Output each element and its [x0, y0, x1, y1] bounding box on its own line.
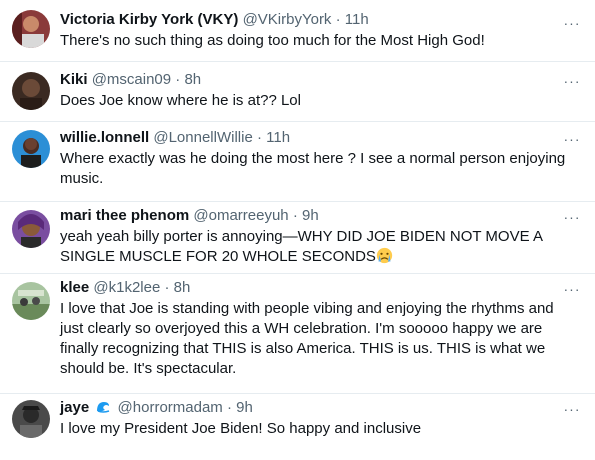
separator: ·: [226, 399, 232, 416]
display-name[interactable]: Kiki: [60, 71, 88, 88]
more-options-icon[interactable]: ···: [563, 132, 581, 146]
separator: ·: [175, 71, 181, 88]
tweet-header: klee @k1k2lee · 8h: [60, 278, 567, 298]
crying-face-icon: [376, 247, 393, 264]
avatar[interactable]: [12, 210, 50, 248]
tweet[interactable]: klee @k1k2lee · 8h I love that Joe is st…: [0, 274, 595, 394]
separator: ·: [292, 207, 298, 224]
tweet[interactable]: Kiki @mscain09 · 8h Does Joe know where …: [0, 62, 595, 122]
more-options-icon[interactable]: ···: [563, 74, 581, 88]
wave-icon: [95, 399, 111, 415]
tweet[interactable]: mari thee phenom @omarreeyuh · 9h yeah y…: [0, 202, 595, 274]
display-name[interactable]: mari thee phenom: [60, 207, 189, 224]
more-options-icon[interactable]: ···: [563, 402, 581, 416]
tweet-text: Where exactly was he doing the most here…: [60, 150, 566, 187]
user-handle[interactable]: @omarreeyuh: [193, 207, 288, 224]
timestamp[interactable]: 11h: [266, 129, 290, 146]
tweet-text: I love my President Joe Biden! So happy …: [60, 420, 422, 437]
user-handle[interactable]: @VKirbyYork: [243, 11, 332, 28]
user-handle[interactable]: @LonnellWillie: [153, 129, 252, 146]
tweet-header: willie.lonnell @LonnellWillie · 11h: [60, 128, 567, 148]
display-name[interactable]: klee: [60, 279, 89, 296]
avatar[interactable]: [12, 72, 50, 110]
separator: ·: [164, 279, 170, 296]
tweet-header: Kiki @mscain09 · 8h: [60, 70, 567, 90]
user-handle[interactable]: @mscain09: [92, 71, 171, 88]
timestamp[interactable]: 9h: [236, 399, 253, 416]
timestamp[interactable]: 11h: [345, 11, 369, 28]
user-handle[interactable]: @k1k2lee: [93, 279, 160, 296]
timestamp[interactable]: 8h: [184, 71, 201, 88]
tweet-text: Does Joe know where he is at?? Lol: [60, 92, 301, 109]
avatar[interactable]: [12, 130, 50, 168]
reply-feed: Victoria Kirby York (VKY) @VKirbyYork · …: [0, 0, 595, 460]
more-options-icon[interactable]: ···: [563, 282, 581, 296]
tweet-text-content: yeah yeah billy porter is annoying—WHY D…: [60, 228, 543, 265]
tweet-header: mari thee phenom @omarreeyuh · 9h: [60, 206, 567, 226]
timestamp[interactable]: 9h: [302, 207, 319, 224]
avatar[interactable]: [12, 282, 50, 320]
separator: ·: [335, 11, 341, 28]
tweet-text: yeah yeah billy porter is annoying—WHY D…: [60, 227, 567, 267]
avatar[interactable]: [12, 400, 50, 438]
tweet-text: I love that Joe is standing with people …: [60, 300, 554, 377]
tweet-text: There's no such thing as doing too much …: [60, 32, 485, 49]
separator: ·: [256, 129, 262, 146]
display-name[interactable]: willie.lonnell: [60, 129, 149, 146]
tweet[interactable]: willie.lonnell @LonnellWillie · 11h Wher…: [0, 122, 595, 202]
tweet-header: Victoria Kirby York (VKY) @VKirbyYork · …: [60, 10, 567, 30]
more-options-icon[interactable]: ···: [563, 16, 581, 30]
display-name[interactable]: jaye: [60, 399, 89, 416]
timestamp[interactable]: 8h: [174, 279, 191, 296]
avatar[interactable]: [12, 10, 50, 48]
tweet[interactable]: jaye @horrormadam · 9h I love my Preside…: [0, 394, 595, 460]
tweet-header: jaye @horrormadam · 9h: [60, 398, 567, 418]
more-options-icon[interactable]: ···: [563, 210, 581, 224]
tweet[interactable]: Victoria Kirby York (VKY) @VKirbyYork · …: [0, 0, 595, 62]
user-handle[interactable]: @horrormadam: [118, 399, 223, 416]
display-name[interactable]: Victoria Kirby York (VKY): [60, 11, 238, 28]
